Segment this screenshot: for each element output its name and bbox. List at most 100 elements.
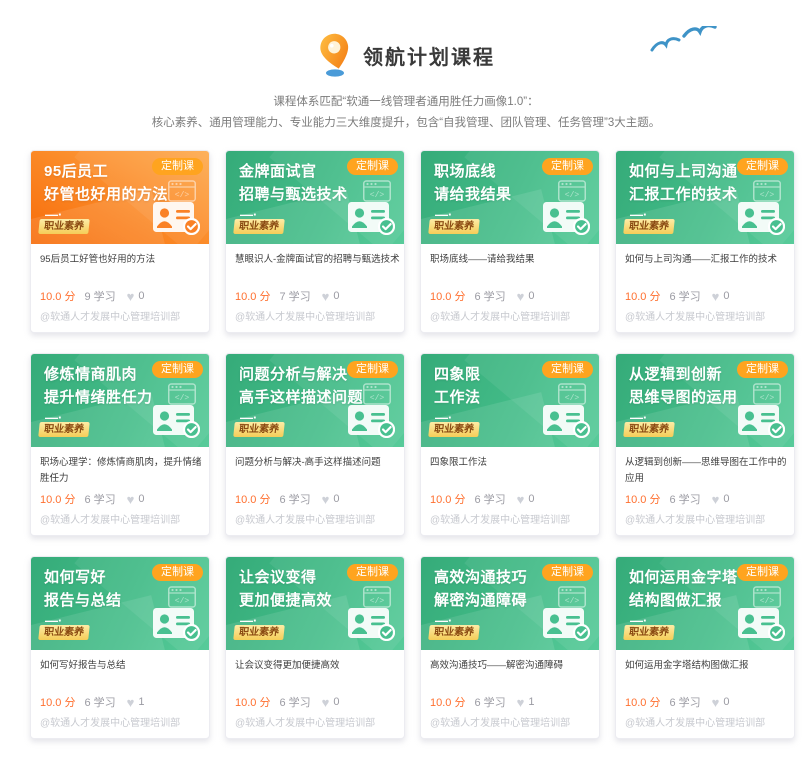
course-provider: @软通人才发展中心管理培训部 [40,714,180,729]
course-card[interactable]: 定制课 让会议变得 更加便捷高效 —· </> [225,556,405,739]
course-card[interactable]: 定制课 金牌面试官 招聘与甄选技术 —· </> [225,150,405,333]
id-card-icon [738,202,785,235]
course-card[interactable]: 定制课 从逻辑到创新 思维导图的运用 —· </> [615,353,795,536]
course-card-body: 问题分析与解决-高手这样描述问题 10.0 分 6 学习 ♥ 0 @软通人才发展… [226,447,404,535]
course-description: 95后员工好管也好用的方法 [31,244,209,268]
learner-count: 9 学习 [84,288,115,304]
heart-icon[interactable]: ♥ [712,697,720,708]
course-description: 四象限工作法 [421,447,599,471]
course-stats: 10.0 分 6 学习 ♥ 0 [430,491,535,507]
custom-course-badge: 定制课 [152,361,203,378]
course-stats: 10.0 分 6 学习 ♥ 0 [235,694,340,710]
course-title-line-2: 结构图做汇报 [629,589,738,612]
heart-icon[interactable]: ♥ [712,291,720,302]
course-description: 如何写好报告与总结 [31,650,209,674]
course-card[interactable]: 定制课 如何运用金字塔 结构图做汇报 —· </> [615,556,795,739]
course-title-line-2: 好管也好用的方法 [44,183,168,206]
course-cover: 定制课 高效沟通技巧 解密沟通障碍 —· </> [421,557,599,650]
category-tag: 职业素养 [233,219,285,234]
heart-icon[interactable]: ♥ [322,291,330,302]
like-count: 1 [138,696,144,708]
custom-course-badge: 定制课 [347,564,398,581]
learner-count: 6 学习 [279,694,310,710]
custom-course-badge: 定制课 [737,564,788,581]
id-card-icon [348,405,395,438]
heart-icon[interactable]: ♥ [322,494,330,505]
course-score: 10.0 分 [235,694,270,710]
course-description: 职场底线——请给我结果 [421,244,599,268]
heart-icon[interactable]: ♥ [127,291,135,302]
course-provider: @软通人才发展中心管理培训部 [235,511,375,526]
course-score: 10.0 分 [40,694,75,710]
custom-course-badge: 定制课 [542,158,593,175]
code-window-icon: </> [558,586,586,608]
course-card[interactable]: 定制课 如何与上司沟通 汇报工作的技术 —· </> [615,150,795,333]
code-window-icon: </> [558,180,586,202]
code-window-icon: </> [558,383,586,405]
code-window-icon: </> [168,383,196,405]
id-card-icon [153,202,200,235]
course-title-line-2: 汇报工作的技术 [629,183,738,206]
course-description: 慧眼识人-金牌面试官的招聘与甄选技术 [226,244,404,268]
course-score: 10.0 分 [430,694,465,710]
course-card[interactable]: 定制课 如何写好 报告与总结 —· </> [30,556,210,739]
heart-icon[interactable]: ♥ [517,494,525,505]
id-card-icon [738,608,785,641]
course-title-line-2: 提升情绪胜任力 [44,386,153,409]
course-cover: 定制课 从逻辑到创新 思维导图的运用 —· </> [616,354,794,447]
course-card[interactable]: 定制课 职场底线 请给我结果 —· </> [420,150,600,333]
like-count: 0 [138,493,144,505]
svg-text:</>: </> [370,191,385,200]
course-cover: 定制课 职场底线 请给我结果 —· </> [421,151,599,244]
course-title-line-2: 请给我结果 [434,183,512,206]
svg-text:</>: </> [760,394,775,403]
course-stats: 10.0 分 6 学习 ♥ 0 [235,491,340,507]
heart-icon[interactable]: ♥ [517,291,525,302]
course-provider: @软通人才发展中心管理培训部 [625,511,765,526]
course-title-line-2: 思维导图的运用 [629,386,738,409]
svg-text:</>: </> [760,191,775,200]
course-description: 如何与上司沟通——汇报工作的技术 [616,244,794,268]
course-title: 如何运用金字塔 结构图做汇报 [629,566,738,612]
course-provider: @软通人才发展中心管理培训部 [430,308,570,323]
course-title: 四象限 工作法 [434,363,481,409]
course-provider: @软通人才发展中心管理培训部 [235,308,375,323]
course-provider: @软通人才发展中心管理培训部 [625,714,765,729]
course-card[interactable]: 定制课 问题分析与解决 高手这样描述问题 —· </> [225,353,405,536]
heart-icon[interactable]: ♥ [127,494,135,505]
code-window-icon: </> [363,383,391,405]
category-tag: 职业素养 [428,219,480,234]
like-count: 0 [723,290,729,302]
id-card-icon [348,608,395,641]
course-score: 10.0 分 [235,491,270,507]
heart-icon[interactable]: ♥ [127,697,135,708]
code-window-icon: </> [753,586,781,608]
custom-course-badge: 定制课 [347,361,398,378]
code-window-icon: </> [753,383,781,405]
heart-icon[interactable]: ♥ [712,494,720,505]
course-cover: 定制课 如何运用金字塔 结构图做汇报 —· </> [616,557,794,650]
course-cover: 定制课 四象限 工作法 —· </> [421,354,599,447]
course-card[interactable]: 定制课 四象限 工作法 —· </> [420,353,600,536]
id-card-icon [543,608,590,641]
heart-icon[interactable]: ♥ [517,697,525,708]
course-card[interactable]: 定制课 95后员工 好管也好用的方法 —· </> [30,150,210,333]
heart-icon[interactable]: ♥ [322,697,330,708]
svg-text:</>: </> [175,394,190,403]
course-card-body: 从逻辑到创新——思维导图在工作中的应用 10.0 分 6 学习 ♥ 0 @软通人… [616,447,794,535]
learner-count: 6 学习 [669,288,700,304]
course-title-line-2: 报告与总结 [44,589,122,612]
course-card[interactable]: 定制课 高效沟通技巧 解密沟通障碍 —· </> [420,556,600,739]
course-card[interactable]: 定制课 修炼情商肌肉 提升情绪胜任力 —· </> [30,353,210,536]
course-cover: 定制课 问题分析与解决 高手这样描述问题 —· </> [226,354,404,447]
category-tag: 职业素养 [38,625,90,640]
course-score: 10.0 分 [430,491,465,507]
course-title-line-1: 从逻辑到创新 [629,363,738,386]
course-description: 问题分析与解决-高手这样描述问题 [226,447,404,471]
course-description: 如何运用金字塔结构图做汇报 [616,650,794,674]
course-title: 职场底线 请给我结果 [434,160,512,206]
like-count: 0 [723,696,729,708]
custom-course-badge: 定制课 [347,158,398,175]
course-provider: @软通人才发展中心管理培训部 [235,714,375,729]
svg-text:</>: </> [175,191,190,200]
